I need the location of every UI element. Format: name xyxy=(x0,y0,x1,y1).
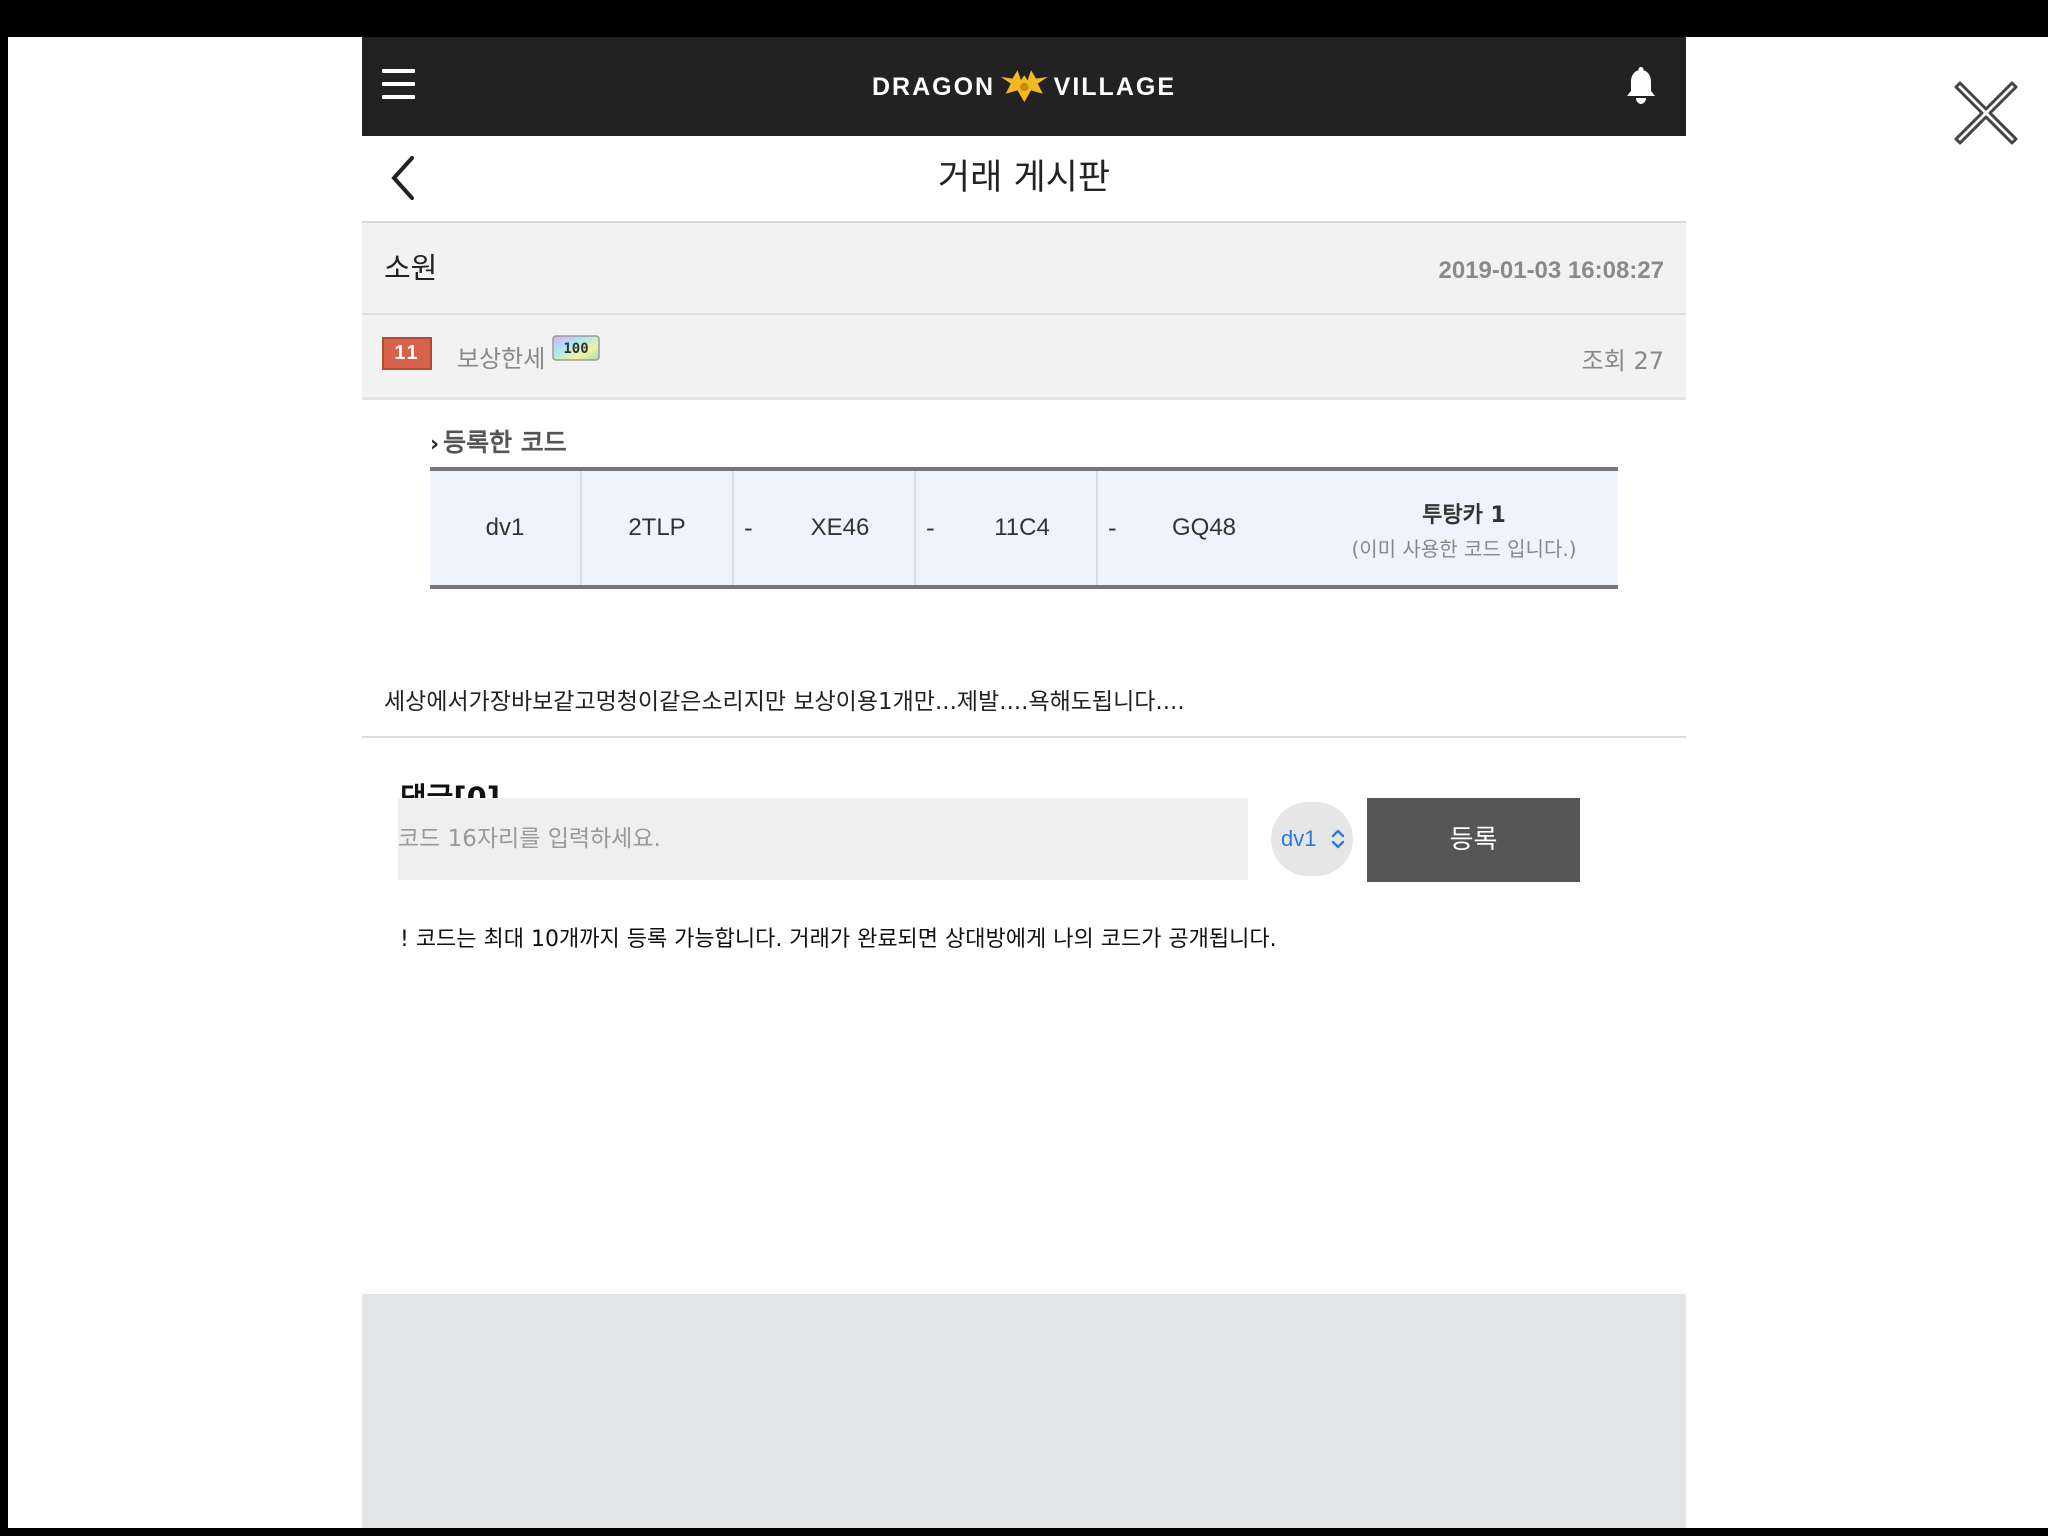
page-title: 거래 게시판 xyxy=(937,158,1111,198)
close-icon[interactable] xyxy=(1952,79,2020,147)
bell-icon[interactable] xyxy=(1624,67,1658,105)
code-divider xyxy=(732,471,734,585)
code-input[interactable] xyxy=(398,798,1248,880)
code-part-1: 2TLP xyxy=(628,514,686,541)
logo-text-left: DRAGON xyxy=(872,72,996,101)
game-select[interactable]: dv1 xyxy=(1271,802,1353,876)
dragon-logo-icon xyxy=(1000,70,1048,103)
footer-area xyxy=(362,1294,1686,1528)
view-count: 조회 27 xyxy=(1581,347,1664,375)
code-divider xyxy=(1096,471,1098,585)
hamburger-icon[interactable] xyxy=(382,69,415,99)
chevron-right-icon: › xyxy=(430,432,440,457)
author-name[interactable]: 보상한세 xyxy=(457,339,545,374)
section-divider xyxy=(362,736,1686,738)
dragon-village-logo[interactable]: DRAGON VILLAGE xyxy=(872,65,1176,109)
registered-code-label-text: 등록한 코드 xyxy=(443,428,567,457)
code-status: (이미 사용한 코드 입니다.) xyxy=(1351,537,1577,561)
code-part-3: 11C4 xyxy=(994,514,1050,541)
author-level-badge: 11 xyxy=(382,337,432,370)
code-part-2: XE46 xyxy=(810,514,870,541)
up-down-arrows-icon xyxy=(1331,829,1345,849)
registered-code-table: dv1 2TLP - XE46 - 11C4 - GQ48 투탕카 1 (이미 … xyxy=(430,467,1618,589)
chevron-left-icon[interactable] xyxy=(388,154,418,202)
code-separator: - xyxy=(926,514,935,542)
post-body: 세상에서가장바보같고멍청이같은소리지만 보상이용1개만...제발....욕해도됩… xyxy=(384,689,1185,715)
author-badge-text: 100 xyxy=(563,341,588,357)
post-title: 소원 xyxy=(384,251,438,285)
code-notice: ! 코드는 최대 10개까지 등록 가능합니다. 거래가 완료되면 상대방에게 … xyxy=(400,927,1277,952)
game-select-value: dv1 xyxy=(1281,826,1317,851)
page-title-bar: 거래 게시판 xyxy=(362,136,1686,223)
code-game: dv1 xyxy=(485,514,525,541)
post-header: 소원 2019-01-03 16:08:27 xyxy=(362,223,1686,315)
reward-name: 투탕카 1 xyxy=(1422,503,1506,528)
code-reward: 투탕카 1 (이미 사용한 코드 입니다.) xyxy=(1310,497,1618,562)
register-button[interactable]: 등록 xyxy=(1367,798,1580,882)
registered-code-label: › 등록한 코드 xyxy=(430,423,567,459)
code-separator: - xyxy=(1108,514,1117,542)
code-separator: - xyxy=(744,514,753,542)
screen: DRAGON VILLAGE 거래 게시판 소원 2019-01-03 16:0… xyxy=(8,37,2048,1528)
post-date: 2019-01-03 16:08:27 xyxy=(1438,257,1664,284)
code-part-4: GQ48 xyxy=(1171,514,1237,541)
author-rank-badge: 100 xyxy=(552,335,600,361)
top-navigation-bar: DRAGON VILLAGE xyxy=(362,37,1686,136)
logo-text-right: VILLAGE xyxy=(1053,72,1176,101)
post-meta: 11 보상한세 100 조회 27 xyxy=(362,315,1686,400)
code-divider xyxy=(914,471,916,585)
trade-board-page: DRAGON VILLAGE 거래 게시판 소원 2019-01-03 16:0… xyxy=(362,37,1686,1528)
